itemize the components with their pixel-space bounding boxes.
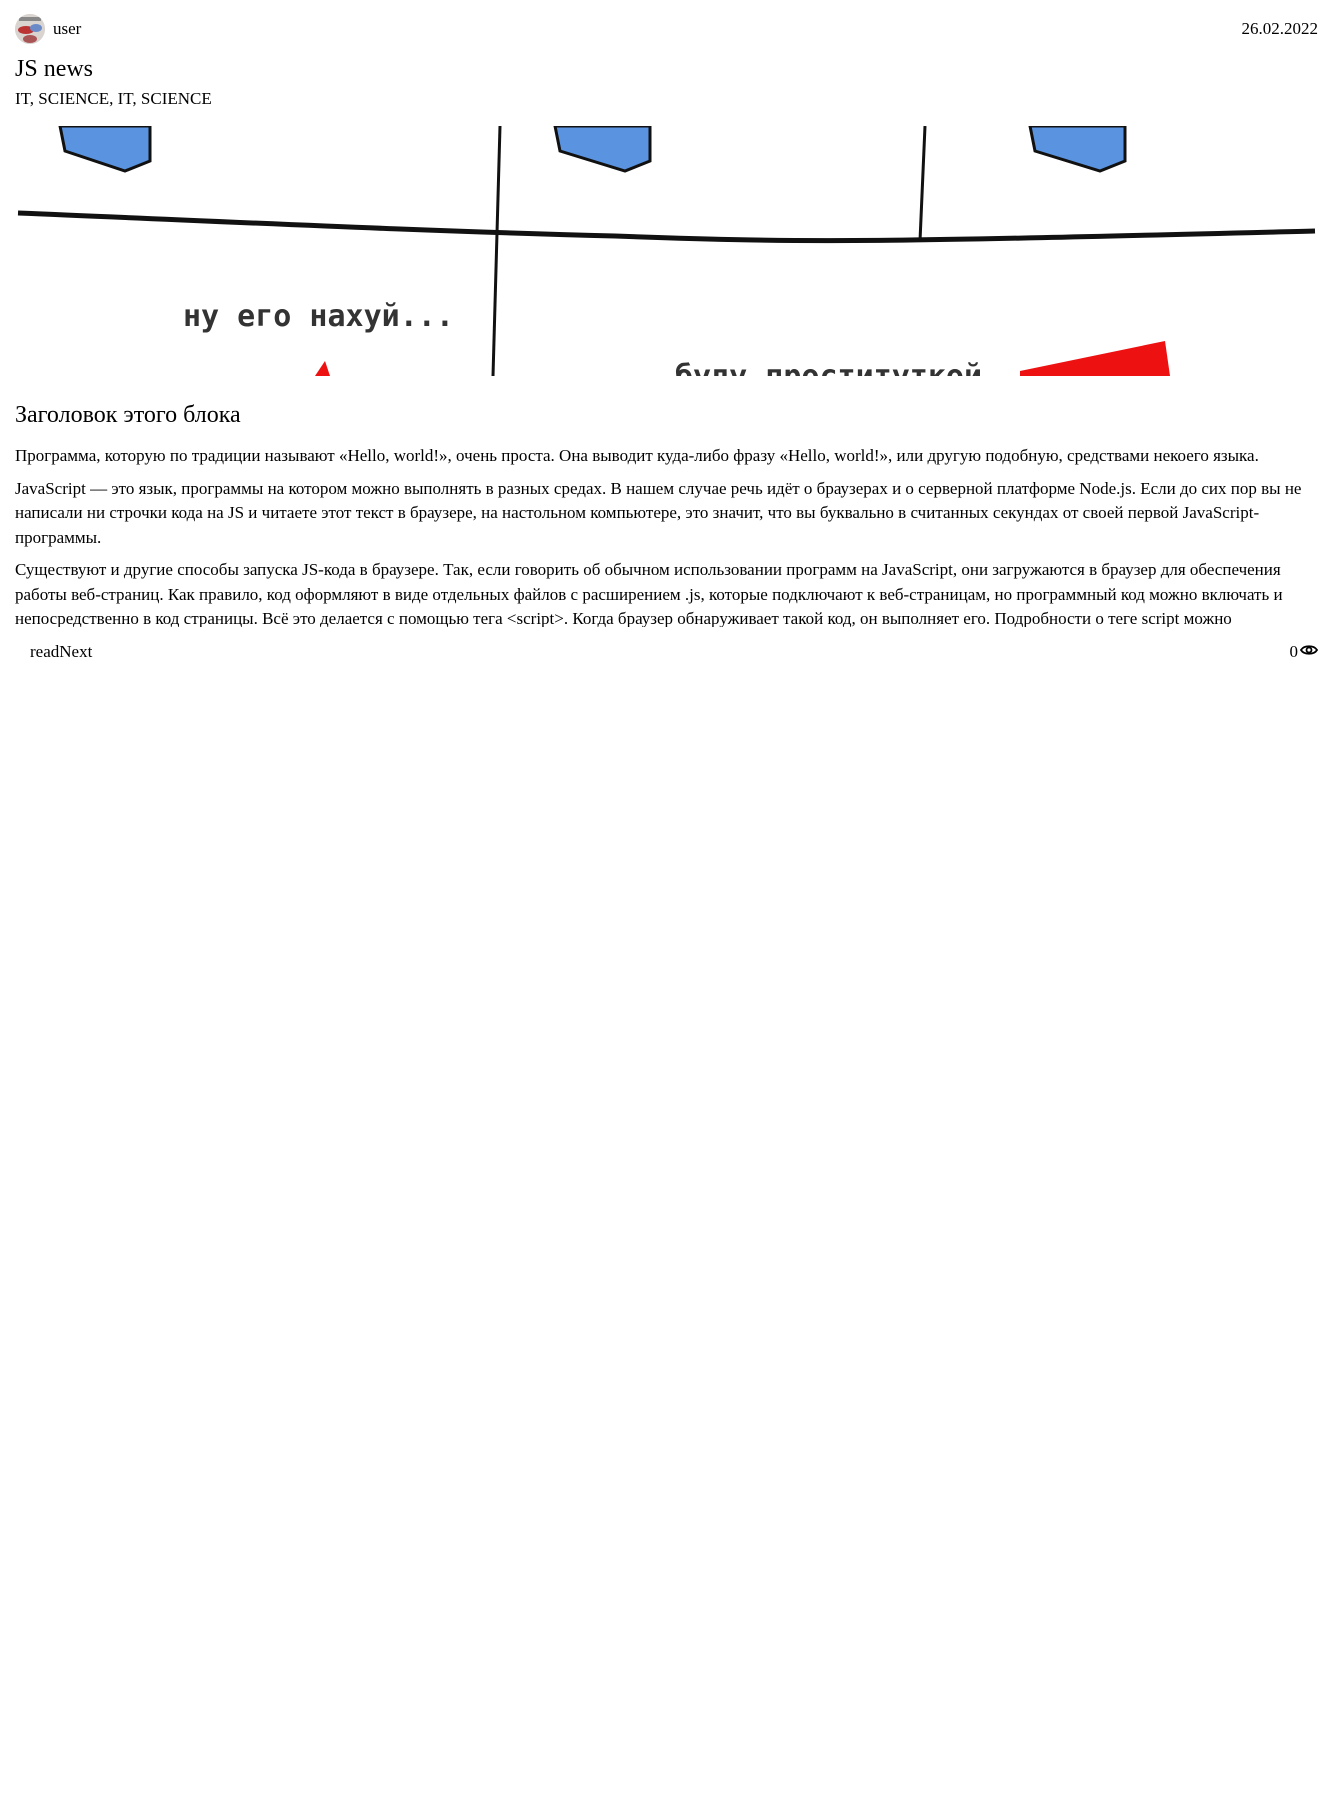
avatar [15,14,45,44]
post-tags: IT, SCIENCE, IT, SCIENCE [15,89,212,108]
username: user [53,19,82,38]
post-card: user 26.02.2022 JS news IT, SCIENCE, IT,… [15,0,1319,665]
read-next-link[interactable]: readNext [30,642,92,662]
paragraph: Существуют и другие способы запуска JS-к… [15,560,1283,627]
block-heading: Заголовок этого блока [15,402,241,428]
image-caption-1: ну его нахуй... [183,299,454,334]
post-footer: readNext 0 [15,639,1319,665]
post-date: 26.02.2022 [1241,19,1319,38]
paragraph: Программа, которую по традиции называют … [15,446,1259,465]
views-count: 0 [1289,642,1299,661]
post-image: ну его нахуй... буду проституткой [15,126,1318,376]
paragraph: JavaScript — это язык, программы на кото… [15,478,1302,547]
image-caption-2: буду проституткой [675,359,982,376]
eye-icon [1299,642,1319,662]
post-header: user 26.02.2022 [15,14,1318,44]
author[interactable]: user [15,14,81,44]
post-title: JS news [15,56,94,82]
post-body: Программа, которую по традиции называют … [15,444,1318,627]
views-counter: 0 [1290,642,1319,662]
